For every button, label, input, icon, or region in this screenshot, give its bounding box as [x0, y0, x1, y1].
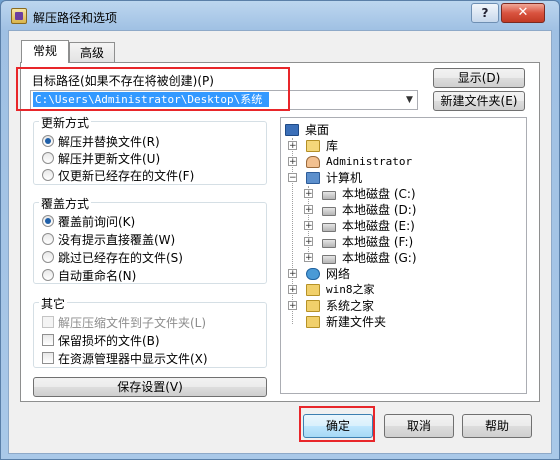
- tree-node-system-home-label: 系统之家: [326, 299, 375, 313]
- show-button[interactable]: 显示(D): [433, 68, 525, 88]
- radio-skip-existing-label[interactable]: 跳过已经存在的文件(S): [58, 249, 183, 266]
- expand-icon[interactable]: +: [288, 141, 297, 151]
- overwrite-mode-title: 覆盖方式: [39, 195, 92, 212]
- library-icon: [306, 140, 320, 152]
- misc-options-title: 其它: [39, 295, 68, 312]
- computer-icon: [306, 172, 320, 184]
- folder-tree[interactable]: 桌面 + 库 + Administrator − 计算机 + 本地磁盘 (C:)…: [280, 117, 527, 394]
- tree-node-drive-c-label: 本地磁盘 (C:): [342, 187, 416, 201]
- expand-icon[interactable]: +: [304, 189, 313, 199]
- network-icon: [306, 268, 320, 280]
- tree-node-computer-label: 计算机: [326, 171, 363, 185]
- checkbox-keep-broken-files[interactable]: [42, 334, 54, 346]
- tree-node-administrator-label: Administrator: [326, 155, 413, 168]
- drive-icon: [322, 239, 336, 248]
- expand-icon[interactable]: +: [288, 301, 297, 311]
- tree-node-library-label: 库: [326, 139, 339, 153]
- tree-node-drive-d-label: 本地磁盘 (D:): [342, 203, 417, 217]
- save-settings-button[interactable]: 保存设置(V): [33, 377, 267, 397]
- radio-overwrite-without-prompt[interactable]: [42, 233, 54, 245]
- radio-ask-before-overwrite[interactable]: [42, 215, 54, 227]
- expand-icon[interactable]: +: [304, 221, 313, 231]
- desktop-icon: [285, 124, 299, 136]
- radio-auto-rename[interactable]: [42, 269, 54, 281]
- expand-icon[interactable]: +: [304, 253, 313, 263]
- annotation-highlight-ok: [299, 406, 375, 442]
- checkbox-extract-to-subfolder-label: 解压压缩文件到子文件夹(L): [58, 316, 207, 330]
- title-bar[interactable]: 解压路径和选项 ? ✕: [1, 1, 559, 31]
- expand-icon[interactable]: +: [288, 269, 297, 279]
- radio-ask-before-overwrite-label[interactable]: 覆盖前询问(K): [58, 213, 135, 230]
- checkbox-show-in-explorer[interactable]: [42, 352, 54, 364]
- radio-extract-replace-label[interactable]: 解压并替换文件(R): [58, 133, 160, 150]
- cancel-button[interactable]: 取消: [384, 414, 454, 438]
- checkbox-extract-to-subfolder: [42, 316, 54, 328]
- combo-dropdown-icon[interactable]: ▼: [402, 91, 417, 109]
- drive-icon: [322, 207, 336, 216]
- tree-node-desktop-label: 桌面: [305, 123, 330, 137]
- tree-node-drive-e-label: 本地磁盘 (E:): [342, 219, 415, 233]
- radio-extract-update[interactable]: [42, 152, 54, 164]
- expand-icon[interactable]: +: [304, 237, 313, 247]
- collapse-icon[interactable]: −: [288, 173, 297, 183]
- drive-icon: [322, 255, 336, 264]
- radio-extract-replace[interactable]: [42, 135, 54, 147]
- help-button[interactable]: 帮助: [462, 414, 532, 438]
- drive-icon: [322, 223, 336, 232]
- tree-node-drive-f-label: 本地磁盘 (F:): [342, 235, 414, 249]
- window-title: 解压路径和选项: [33, 11, 118, 25]
- close-button[interactable]: ✕: [501, 3, 545, 23]
- radio-auto-rename-label[interactable]: 自动重命名(N): [58, 267, 136, 284]
- user-folder-icon: [306, 156, 320, 168]
- radio-update-existing[interactable]: [42, 169, 54, 181]
- drive-icon: [322, 191, 336, 200]
- checkbox-keep-broken-files-label[interactable]: 保留损坏的文件(B): [58, 332, 160, 349]
- radio-extract-update-label[interactable]: 解压并更新文件(U): [58, 150, 160, 167]
- radio-update-existing-label[interactable]: 仅更新已经存在的文件(F): [58, 167, 194, 184]
- tree-node-win8-home-label: win8之家: [326, 283, 375, 296]
- annotation-highlight-path: [16, 67, 290, 111]
- tree-node-network-label: 网络: [326, 267, 351, 281]
- tree-node-drive-g-label: 本地磁盘 (G:): [342, 251, 417, 265]
- expand-icon[interactable]: +: [288, 285, 297, 295]
- winrar-app-icon: [11, 8, 27, 24]
- tab-advanced[interactable]: 高级: [69, 42, 115, 64]
- radio-skip-existing[interactable]: [42, 251, 54, 263]
- checkbox-show-in-explorer-label[interactable]: 在资源管理器中显示文件(X): [58, 350, 208, 367]
- folder-icon: [306, 316, 320, 328]
- radio-overwrite-without-prompt-label[interactable]: 没有提示直接覆盖(W): [58, 231, 175, 248]
- tab-general[interactable]: 常规: [21, 40, 69, 63]
- update-mode-title: 更新方式: [39, 114, 92, 131]
- tree-node-new-folder-label: 新建文件夹: [326, 315, 387, 329]
- expand-icon[interactable]: +: [304, 205, 313, 215]
- folder-icon: [306, 284, 320, 296]
- expand-icon[interactable]: +: [288, 157, 297, 167]
- help-title-button[interactable]: ?: [471, 3, 499, 23]
- folder-icon: [306, 300, 320, 312]
- new-folder-button[interactable]: 新建文件夹(E): [433, 91, 525, 111]
